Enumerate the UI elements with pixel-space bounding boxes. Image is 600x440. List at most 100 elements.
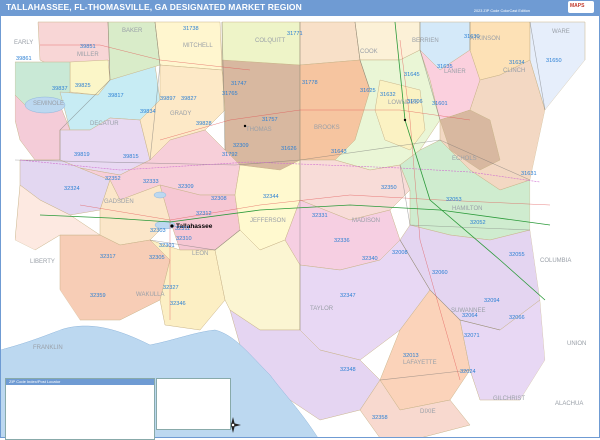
county-label: FRANKLIN (33, 345, 63, 351)
zip-label: 31601 (432, 101, 448, 107)
county-label: WARE (552, 29, 570, 35)
zip-label: 32301 (159, 243, 175, 249)
zip-label: 32305 (149, 255, 165, 261)
city-marker (403, 118, 407, 122)
zip-label: 31625 (360, 88, 376, 94)
county-label: ECHOLS (452, 156, 477, 162)
county-label: EARLY (14, 40, 33, 46)
zip-label: 31606 (407, 99, 423, 105)
zip-label: 31634 (509, 60, 525, 66)
county-label: ALACHUA (555, 401, 583, 407)
zip-label: 31645 (404, 72, 420, 78)
zip-label: 39828 (196, 121, 212, 127)
zip-label: 32008 (392, 250, 408, 256)
county-label: LAFAYETTE (403, 360, 437, 366)
zip-label: 32311 (175, 226, 190, 232)
county-label: LEON (192, 251, 208, 257)
zip-label: 32303 (150, 228, 166, 234)
zip-label: 39819 (74, 152, 90, 158)
county-label: MADISON (352, 218, 380, 224)
zip-label: 31626 (281, 146, 297, 152)
map-legend (156, 378, 231, 430)
zip-label: 32331 (312, 213, 328, 219)
zip-label: 31630 (464, 34, 480, 40)
zip-label: 32053 (446, 197, 462, 203)
zip-label: 32066 (509, 315, 525, 321)
zip-label: 32347 (340, 293, 356, 299)
zip-label: 32348 (340, 367, 356, 373)
county-label: THOMAS (246, 127, 272, 133)
zip-label: 32333 (143, 179, 159, 185)
zip-label: 39861 (16, 56, 32, 62)
county-label: UNION (567, 341, 586, 347)
zip-label: 31635 (437, 64, 453, 70)
zip-label: 32024 (460, 369, 476, 375)
zip-label: 39825 (75, 83, 91, 89)
map-frame: TALLAHASSEE, FL-THOMASVILLE, GA DESIGNAT… (0, 0, 600, 440)
county-label: BERRIEN (412, 38, 439, 44)
county-label: DIXIE (420, 409, 436, 415)
zip-label: 32327 (163, 285, 179, 291)
county-label: HAMILTON (452, 206, 482, 212)
zip-label: 32309 (233, 143, 249, 149)
county-label: TAYLOR (310, 306, 334, 312)
map-title: TALLAHASSEE, FL-THOMASVILLE, GA DESIGNAT… (6, 2, 302, 12)
map-subtitle: 2023 ZIP Code ColorCast Edition (473, 9, 530, 13)
zip-label: 32071 (464, 333, 480, 339)
zip-label: 32013 (403, 353, 419, 359)
zip-label: 32312 (196, 211, 212, 217)
zip-label: 32094 (484, 298, 500, 304)
county-label: COLUMBIA (540, 258, 571, 264)
zip-label: 32064 (462, 313, 478, 319)
zip-label: 32309 (178, 184, 194, 190)
zip-label: 31738 (183, 26, 199, 32)
publisher-logo: MAPS (568, 1, 594, 13)
zip-label: 39837 (52, 86, 68, 92)
county-label: SEMINOLE (33, 101, 64, 107)
zip-label: 39851 (80, 44, 96, 50)
zip-index-panel: ZIP Code Index/Post Locator (5, 378, 155, 440)
zip-label: 32310 (176, 236, 192, 242)
zip-label: 31643 (331, 149, 347, 155)
zip-label: 32344 (263, 194, 279, 200)
zip-label: 32052 (470, 220, 486, 226)
zip-label: 31771 (287, 31, 303, 37)
county-label: COLQUITT (255, 38, 286, 44)
zip-label: 31792 (222, 152, 238, 158)
zip-label: 31632 (380, 92, 396, 98)
county-label: CLINCH (503, 68, 525, 74)
zip-label: 39897 (160, 96, 176, 102)
zip-label: 31747 (231, 81, 247, 87)
zip-label: 32336 (334, 238, 350, 244)
zip-label: 31778 (302, 80, 318, 86)
zip-label: 32340 (362, 256, 378, 262)
county-label: BROOKS (314, 125, 340, 131)
zip-label: 32358 (372, 415, 388, 421)
zip-label: 39827 (181, 96, 197, 102)
zip-label: 32055 (509, 252, 525, 258)
city-marker (170, 224, 174, 228)
county-label: BAKER (122, 28, 143, 34)
zip-label: 32308 (211, 196, 227, 202)
zip-label: 31757 (262, 117, 278, 123)
zip-index-title: ZIP Code Index/Post Locator (9, 379, 61, 384)
county-label: WAKULLA (136, 292, 164, 298)
zip-label: 39834 (140, 109, 156, 115)
zip-label: 32060 (432, 270, 448, 276)
title-bar: TALLAHASSEE, FL-THOMASVILLE, GA DESIGNAT… (0, 0, 600, 15)
zip-label: 32350 (381, 185, 397, 191)
county-label: DECATUR (90, 121, 119, 127)
zip-label: 31650 (546, 58, 562, 64)
county-label: LIBERTY (30, 259, 55, 265)
county-label: JEFFERSON (250, 218, 286, 224)
county-label: MITCHELL (183, 43, 213, 49)
county-label: COOK (360, 49, 378, 55)
county-label: GRADY (170, 111, 191, 117)
zip-map: EARLY BAKER MITCHELL COLQUITT COOK BERRI… (0, 15, 600, 438)
zip-label: 32346 (170, 301, 186, 307)
zip-label: 32352 (105, 176, 121, 182)
zip-label: 39817 (108, 93, 124, 99)
zip-label: 39815 (123, 154, 139, 160)
zip-label: 32324 (64, 186, 80, 192)
logo-text: MAPS (570, 3, 585, 9)
